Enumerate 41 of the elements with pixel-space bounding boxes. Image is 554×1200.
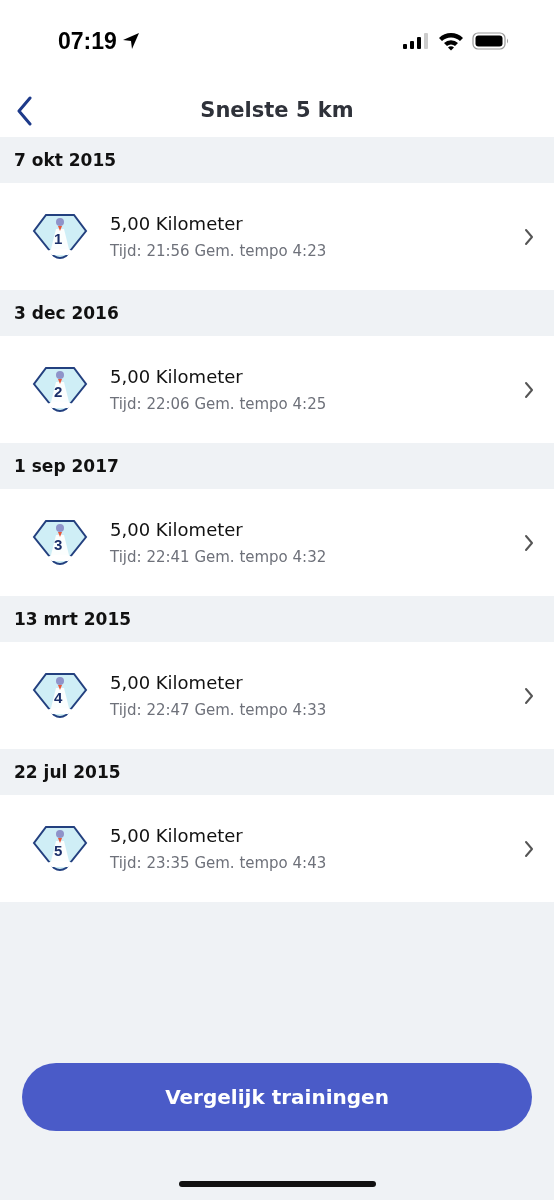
rank-number: 5	[54, 842, 63, 858]
medal-icon	[32, 518, 88, 567]
section-header: 7 okt 2015	[13, 149, 118, 172]
time-pace-text: Tijd: 22:41 Gem. tempo 4:32	[110, 548, 328, 566]
chevron-right-icon	[524, 839, 534, 858]
distance-text: 5,00 Kilometer	[110, 672, 244, 693]
chevron-right-icon	[524, 533, 534, 552]
medal-icon	[32, 212, 88, 261]
record-row[interactable]: 1 5,00 Kilometer Tijd: 21:56 Gem. tempo 4:23	[0, 183, 554, 290]
medal-icon	[32, 671, 88, 720]
medal-icon	[32, 824, 88, 873]
time-pace-text: Tijd: 22:06 Gem. tempo 4:25	[110, 395, 328, 413]
time-pace-text: Tijd: 23:35 Gem. tempo 4:43	[110, 854, 328, 872]
chevron-right-icon	[524, 227, 534, 246]
chevron-right-icon	[524, 380, 534, 399]
distance-text: 5,00 Kilometer	[110, 213, 244, 234]
section-header: 1 sep 2017	[13, 455, 120, 478]
time-pace-text: Tijd: 21:56 Gem. tempo 4:23	[110, 242, 328, 260]
screen-title: Snelste 5 km	[199, 97, 355, 122]
section-header: 22 jul 2015	[13, 761, 122, 784]
compare-button[interactable]: Vergelijk trainingen	[22, 1063, 532, 1131]
time-pace-text: Tijd: 22:47 Gem. tempo 4:33	[110, 701, 328, 719]
distance-text: 5,00 Kilometer	[110, 519, 244, 540]
distance-text: 5,00 Kilometer	[110, 825, 244, 846]
signal-icon	[402, 32, 430, 50]
distance-text: 5,00 Kilometer	[110, 366, 244, 387]
chevron-right-icon	[524, 686, 534, 705]
wifi-icon	[438, 31, 464, 51]
record-row[interactable]: 5 5,00 Kilometer Tijd: 23:35 Gem. tempo 4:43	[0, 795, 554, 902]
rank-number: 4	[54, 689, 63, 705]
record-row[interactable]: 2 5,00 Kilometer Tijd: 22:06 Gem. tempo 4:25	[0, 336, 554, 443]
rank-number: 1	[54, 230, 63, 246]
medal-icon	[32, 365, 88, 414]
record-row[interactable]: 3 5,00 Kilometer Tijd: 22:41 Gem. tempo 4:32	[0, 489, 554, 596]
section-header: 3 dec 2016	[13, 302, 120, 325]
rank-number: 2	[54, 383, 63, 399]
section-header: 13 mrt 2015	[13, 608, 133, 631]
battery-icon	[472, 32, 510, 50]
record-row[interactable]: 4 5,00 Kilometer Tijd: 22:47 Gem. tempo 4:33	[0, 642, 554, 749]
rank-number: 3	[54, 536, 63, 552]
status-time: 07:19	[58, 27, 117, 55]
